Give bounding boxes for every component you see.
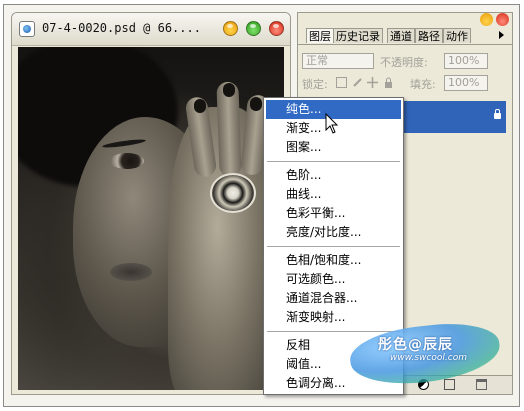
- document-title: 07-4-0020.psd @ 66....: [42, 21, 201, 35]
- opacity-input[interactable]: 100%: [444, 53, 488, 69]
- photo-ring: [210, 173, 256, 213]
- lock-all-icon[interactable]: [383, 77, 394, 88]
- menu-item-selective-color[interactable]: 可选颜色...: [266, 270, 401, 289]
- maximize-button[interactable]: [246, 21, 261, 36]
- watermark-url: www.swcool.com: [390, 353, 467, 363]
- panel-menu-arrow-icon[interactable]: [499, 31, 504, 39]
- panel-close-button[interactable]: [496, 13, 509, 26]
- menu-item-channel-mixer[interactable]: 通道混合器...: [266, 289, 401, 308]
- lock-brush-icon[interactable]: [352, 77, 363, 88]
- photo-lips: [110, 263, 152, 281]
- menu-separator: [267, 161, 400, 162]
- opacity-label: 不透明度:: [380, 56, 428, 69]
- minimize-button[interactable]: [223, 21, 238, 36]
- menu-item-pattern[interactable]: 图案...: [266, 138, 401, 157]
- menu-item-hue-saturation[interactable]: 色相/饱和度...: [266, 251, 401, 270]
- close-button[interactable]: [269, 21, 284, 36]
- tab-actions[interactable]: 动作: [443, 28, 471, 43]
- canvas-photo[interactable]: [18, 47, 284, 390]
- blend-mode-select[interactable]: 正常: [302, 53, 374, 69]
- blend-row: 正常 不透明度: 100%: [302, 53, 508, 71]
- watermark-logo: 彤色@辰辰 www.swcool.com: [330, 318, 503, 390]
- photoshop-icon: [19, 21, 35, 37]
- lock-row: 锁定: 填充: 100%: [302, 75, 508, 93]
- menu-item-brightness-contrast[interactable]: 亮度/对比度...: [266, 223, 401, 242]
- tab-paths[interactable]: 路径: [415, 28, 443, 43]
- watermark-title: 彤色@辰辰: [378, 337, 453, 353]
- menu-separator: [267, 246, 400, 247]
- mouse-cursor-icon: [325, 113, 339, 134]
- lock-label: 锁定:: [302, 78, 328, 91]
- fill-input[interactable]: 100%: [444, 75, 488, 91]
- photo-nail: [250, 97, 262, 111]
- lock-move-icon[interactable]: [367, 77, 378, 88]
- panel-minimize-button[interactable]: [480, 13, 493, 26]
- photo-nail: [223, 83, 235, 97]
- photo-eye: [110, 153, 144, 169]
- lock-transparency-icon[interactable]: [336, 77, 347, 88]
- menu-item-gradient-map[interactable]: 渐变映射...: [266, 308, 401, 327]
- menu-item-color-balance[interactable]: 色彩平衡...: [266, 204, 401, 223]
- tab-layers[interactable]: 图层: [306, 28, 334, 43]
- tab-channels[interactable]: 通道: [387, 28, 415, 43]
- layer-lock-icon: [494, 109, 501, 119]
- menu-item-curves[interactable]: 曲线...: [266, 185, 401, 204]
- document-titlebar[interactable]: 07-4-0020.psd @ 66....: [12, 13, 290, 46]
- photo-nail: [194, 99, 206, 113]
- document-window: 07-4-0020.psd @ 66....: [11, 12, 291, 395]
- tab-history[interactable]: 历史记录: [333, 28, 383, 43]
- panel-tabs: 图层 历史记录 通道 路径 动作: [298, 28, 512, 45]
- fill-label: 填充:: [410, 78, 436, 91]
- menu-item-levels[interactable]: 色阶...: [266, 166, 401, 185]
